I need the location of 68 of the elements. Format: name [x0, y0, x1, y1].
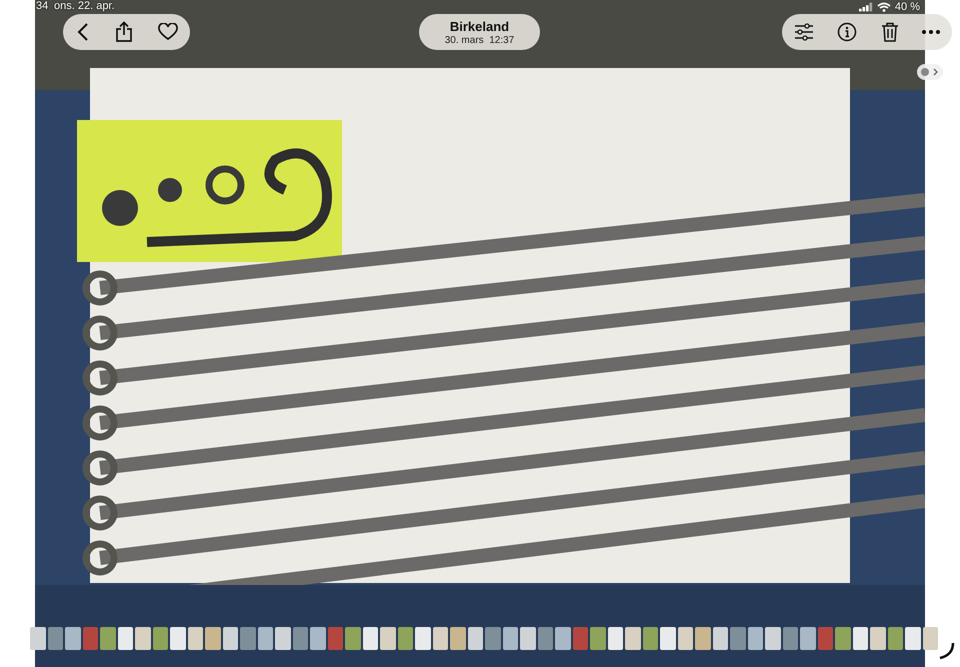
photo-thumbnail[interactable] [835, 627, 850, 650]
photo-thumbnail[interactable] [538, 627, 553, 650]
photo-date: 30. mars 12:37 [444, 34, 514, 46]
share-icon [114, 21, 132, 43]
photo-thumbnail[interactable] [450, 627, 466, 650]
ellipsis-icon [922, 30, 940, 34]
photo-thumbnail[interactable] [135, 627, 150, 650]
photo-thumbnail[interactable] [642, 627, 658, 650]
info-icon [837, 22, 858, 42]
photo-thumbnail[interactable] [380, 627, 396, 650]
photo-thumbnail[interactable] [888, 627, 903, 650]
photo-thumbnail[interactable] [590, 627, 606, 650]
photo-thumbnail[interactable] [695, 627, 710, 650]
photo-thumbnail[interactable] [432, 627, 448, 650]
photo-thumbnail[interactable] [922, 627, 938, 650]
photo-thumbnail[interactable] [765, 627, 780, 650]
photo-thumbnail[interactable] [152, 627, 168, 650]
sliders-icon [794, 23, 814, 41]
photo-thumbnail[interactable] [502, 627, 518, 650]
photo-thumbnail[interactable] [65, 627, 80, 650]
photo-thumbnail[interactable] [660, 627, 676, 650]
photo-thumbnail[interactable] [468, 627, 483, 650]
title-pill[interactable]: Birkeland 30. mars 12:37 [419, 14, 540, 50]
visual-lookup-button[interactable] [917, 64, 943, 80]
photo-thumbnail[interactable] [118, 627, 133, 650]
photo-thumbnail[interactable] [572, 627, 588, 650]
photo-thumbnail[interactable] [222, 627, 238, 650]
photo-thumbnail[interactable] [485, 627, 500, 650]
wifi-icon [876, 2, 891, 12]
signal-icon [858, 2, 873, 12]
photo-thumbnail[interactable] [818, 627, 833, 650]
photo-thumbnail[interactable] [328, 627, 343, 650]
photo-thumbnail[interactable] [170, 627, 186, 650]
photo-thumbnail[interactable] [258, 627, 273, 650]
heart-icon [158, 23, 178, 41]
photo-thumbnail[interactable] [678, 627, 693, 650]
trash-icon [880, 22, 899, 42]
photo-thumbnail[interactable] [310, 627, 326, 650]
photo-thumbnail[interactable] [415, 627, 430, 650]
photo-thumbnail[interactable] [905, 627, 920, 650]
photo-thumbnail[interactable] [188, 627, 203, 650]
battery-percentage: 40 % [894, 1, 920, 13]
photo-thumbnail[interactable] [398, 627, 413, 650]
photo-thumbnail[interactable] [82, 627, 98, 650]
photo-thumbnail[interactable] [800, 627, 816, 650]
photo-thumbnail[interactable] [555, 627, 570, 650]
photo-thumbnail[interactable] [608, 627, 623, 650]
photo-thumbnail[interactable] [870, 627, 886, 650]
photo-location: Birkeland [450, 18, 510, 34]
photo-thumbnail[interactable] [292, 627, 308, 650]
status-time: 34 [36, 0, 48, 12]
photo-thumbnail[interactable] [362, 627, 378, 650]
photo-thumbnail[interactable] [712, 627, 728, 650]
photo-thumbnail[interactable] [48, 627, 63, 650]
photo-thumbnail[interactable] [100, 627, 116, 650]
photo-thumbnail[interactable] [30, 627, 46, 650]
chevron-left-icon [76, 22, 90, 42]
photo-thumbnail[interactable] [782, 627, 798, 650]
photo-thumbnail[interactable] [852, 627, 868, 650]
status-date: ons. 22. apr. [54, 0, 115, 12]
photo-thumbnail[interactable] [748, 627, 763, 650]
photo-thumbnail[interactable] [520, 627, 536, 650]
photo-thumbnail[interactable] [275, 627, 290, 650]
photo-thumbnail[interactable] [240, 627, 256, 650]
photo-thumbnail[interactable] [625, 627, 640, 650]
photo-thumbnail[interactable] [345, 627, 360, 650]
photo-thumbnail[interactable] [205, 627, 220, 650]
photo-thumbnail[interactable] [730, 627, 746, 650]
